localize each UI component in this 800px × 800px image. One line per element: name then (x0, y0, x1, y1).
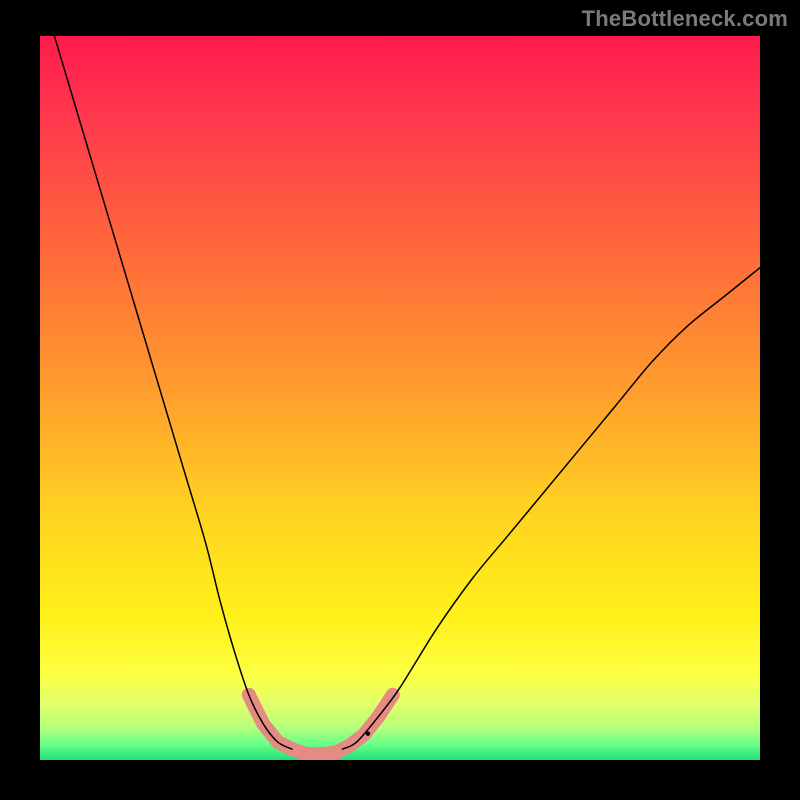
plot-area (40, 36, 760, 760)
chart-background (40, 36, 760, 760)
chart-container: TheBottleneck.com (0, 0, 800, 800)
chart-svg (40, 36, 760, 760)
watermark-text: TheBottleneck.com (582, 6, 788, 32)
